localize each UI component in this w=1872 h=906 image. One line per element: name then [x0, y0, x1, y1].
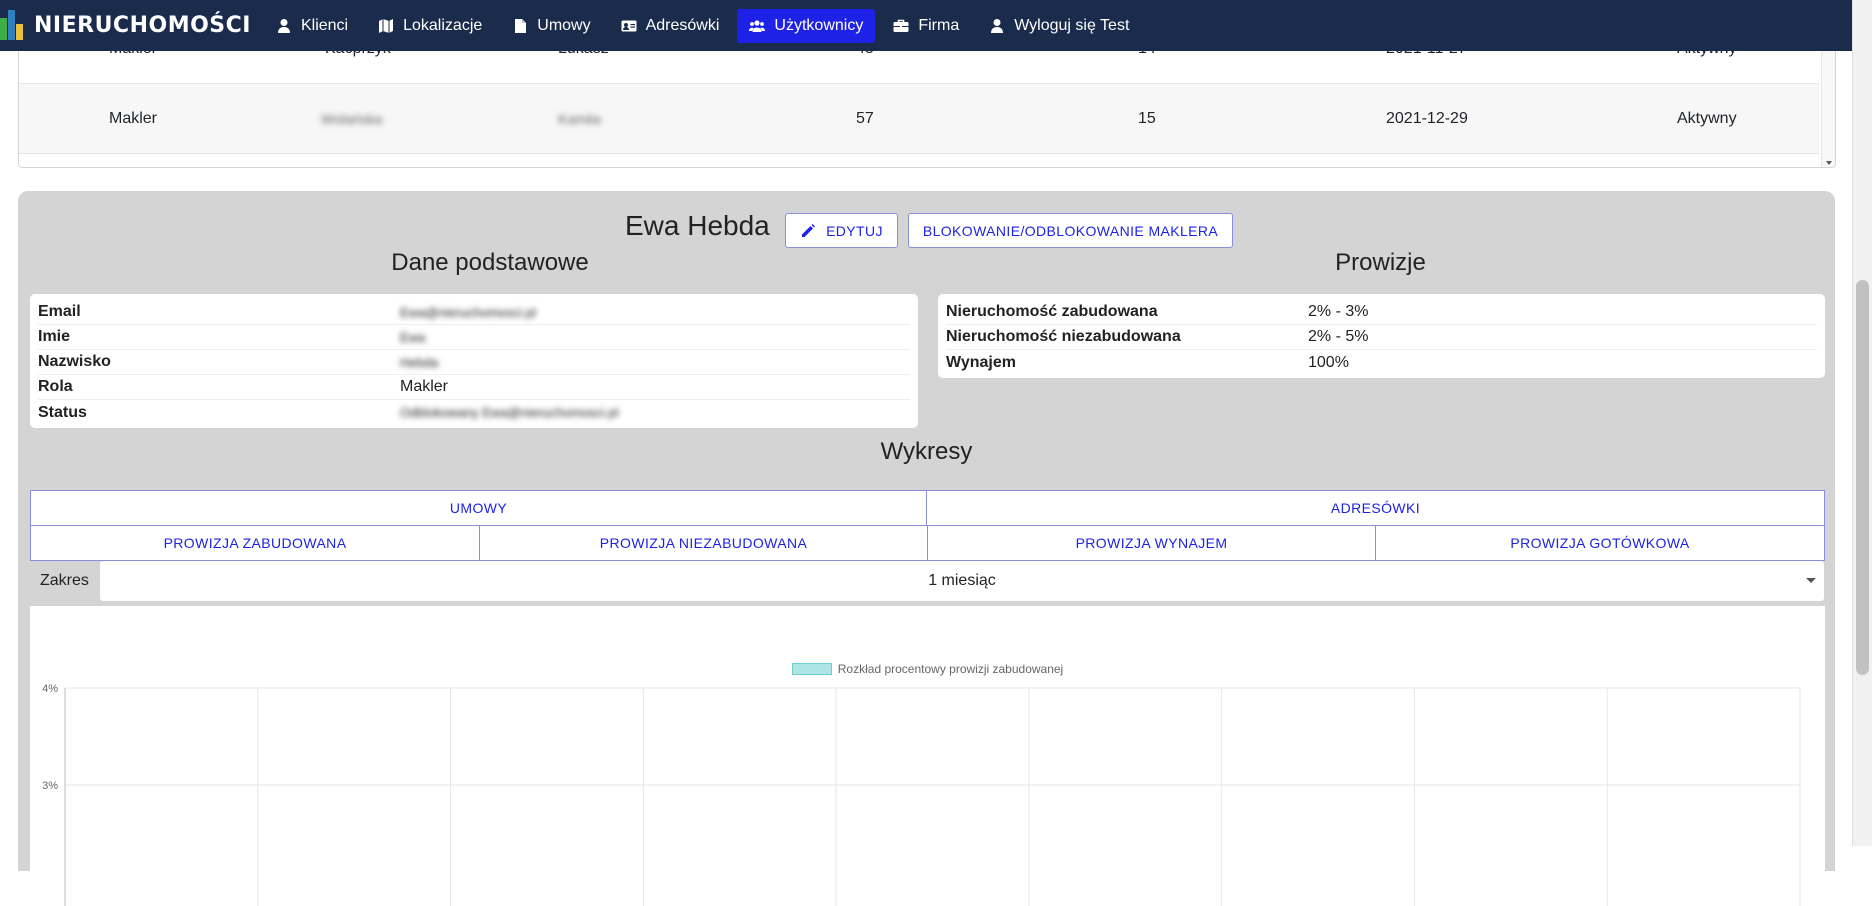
nav-item-uzytkownicy[interactable]: Użytkownicy	[737, 8, 876, 43]
info-key: Nazwisko	[38, 353, 111, 370]
nav-item-adresowki[interactable]: Adresówki	[609, 9, 732, 43]
tab-prowizja-gotowkowa[interactable]: PROWIZJA GOTÓWKOWA	[1375, 525, 1825, 561]
info-row-zabudowana: Nieruchomość zabudowana 2% - 3%	[946, 300, 1817, 325]
info-row-email: Email Ewa@nieruchomosci.pl	[38, 300, 910, 325]
block-unblock-button[interactable]: BLOKOWANIE/ODBLOKOWANIE MAKLERA	[908, 213, 1233, 248]
info-row-niezabudowana: Nieruchomość niezabudowana 2% - 5%	[946, 325, 1817, 350]
nav-item-umowy[interactable]: Umowy	[500, 9, 602, 43]
info-row-rola: Rola Makler	[38, 375, 910, 400]
range-selected-value: 1 miesiąc	[928, 572, 996, 589]
info-key: Nieruchomość zabudowana	[946, 303, 1158, 320]
info-row-imie: Imie Ewa	[38, 325, 910, 350]
cell-first-name: Kamila	[558, 110, 601, 127]
user-name: Ewa Hebda	[625, 210, 770, 241]
y-tick-label: 4%	[42, 683, 58, 695]
briefcase-icon	[893, 18, 909, 34]
chart-plot: 4% 3%	[42, 683, 1801, 906]
info-value: Hebda	[400, 354, 439, 370]
info-row-status: Status Odblokowany Ewa@nieruchomosci.pl	[38, 400, 910, 425]
info-value: Odblokowany Ewa@nieruchomosci.pl	[400, 405, 619, 420]
tab-prowizja-niezabudowana[interactable]: PROWIZJA NIEZABUDOWANA	[479, 525, 928, 561]
tab-adresowki[interactable]: ADRESÓWKI	[926, 490, 1825, 526]
info-key: Nieruchomość niezabudowana	[946, 328, 1181, 345]
cell-role: Makler	[109, 109, 158, 127]
cell-number: 57	[856, 109, 874, 127]
info-key: Email	[38, 303, 81, 320]
info-value: 100%	[1308, 353, 1349, 371]
block-label: BLOKOWANIE/ODBLOKOWANIE MAKLERA	[922, 222, 1219, 239]
map-icon	[378, 18, 394, 34]
info-key: Rola	[38, 378, 73, 395]
tab-prowizja-wynajem[interactable]: PROWIZJA WYNAJEM	[927, 525, 1376, 561]
chart-container: Rozkład procentowy prowizji zabudowanej …	[30, 606, 1825, 906]
info-row-nazwisko: Nazwisko Hebda	[38, 350, 910, 375]
pencil-icon	[802, 223, 816, 237]
info-value: Makler	[400, 378, 449, 395]
info-value: 2% - 3%	[1308, 303, 1369, 320]
range-label: Zakres	[40, 572, 89, 589]
info-value: Ewa	[400, 329, 426, 345]
address-card-icon	[621, 18, 637, 34]
nav-label: Adresówki	[645, 16, 720, 34]
info-key: Imie	[38, 328, 71, 345]
brand-text: NIERUCHOMOŚCI	[34, 13, 251, 38]
cell-last-name: Wolańska	[321, 110, 383, 127]
user-icon	[989, 18, 1005, 34]
top-navbar: NIERUCHOMOŚCI Klienci Lokalizacje Umowy …	[0, 0, 1852, 51]
commission-title: Prowizje	[1335, 249, 1426, 276]
info-key: Status	[38, 403, 87, 421]
nav-item-klienci[interactable]: Klienci	[264, 9, 360, 43]
page-scrollbar[interactable]	[1852, 0, 1872, 846]
nav-item-lokalizacje[interactable]: Lokalizacje	[366, 9, 494, 43]
brand[interactable]: NIERUCHOMOŚCI	[0, 0, 251, 51]
table-row[interactable]: Makler Wolańska Kamila 57 15 2021-12-29 …	[19, 84, 1819, 154]
cell-number: 15	[1138, 109, 1156, 127]
tab-umowy[interactable]: UMOWY	[30, 490, 927, 526]
tab-prowizja-zabudowana[interactable]: PROWIZJA ZABUDOWANA	[30, 525, 480, 561]
basic-data-card: Email Ewa@nieruchomosci.pl Imie Ewa Nazw…	[30, 294, 918, 428]
cell-status: Aktywny	[1677, 109, 1737, 127]
commission-card: Nieruchomość zabudowana 2% - 3% Nierucho…	[938, 294, 1825, 378]
nav-item-wyloguj[interactable]: Wyloguj się Test	[977, 9, 1141, 43]
chevron-down-icon	[1806, 578, 1816, 583]
charts-title: Wykresy	[880, 438, 973, 465]
basic-data-title: Dane podstawowe	[391, 249, 589, 276]
nav-item-firma[interactable]: Firma	[881, 9, 971, 43]
info-value: 2% - 5%	[1308, 328, 1369, 345]
users-icon	[749, 18, 766, 34]
file-icon	[512, 18, 528, 34]
y-tick-label: 3%	[42, 780, 58, 792]
edit-button[interactable]: EDYTUJ	[785, 213, 898, 248]
edit-label: EDYTUJ	[826, 222, 883, 239]
scroll-down-arrow-icon[interactable]	[1826, 161, 1832, 165]
range-select[interactable]: 1 miesiąc	[100, 561, 1824, 601]
nav-label: Lokalizacje	[403, 16, 483, 34]
page-scrollbar-thumb[interactable]	[1856, 280, 1869, 675]
nav-label: Użytkownicy	[774, 16, 864, 34]
nav-label: Firma	[918, 16, 960, 34]
user-icon	[276, 18, 292, 34]
nav-label: Umowy	[537, 16, 591, 34]
table-row	[19, 154, 1819, 167]
user-detail-panel: Ewa Hebda EDYTUJ BLOKOWANIE/ODBLOKOWANIE…	[18, 191, 1835, 906]
cell-date: 2021-12-29	[1386, 109, 1468, 127]
brand-logo-icon	[0, 6, 26, 46]
info-row-wynajem: Wynajem 100%	[946, 350, 1817, 375]
nav-label: Wyloguj się Test	[1014, 16, 1130, 34]
nav-label: Klienci	[300, 16, 349, 34]
info-value: Ewa@nieruchomosci.pl	[400, 304, 537, 320]
user-header: Ewa Hebda EDYTUJ BLOKOWANIE/ODBLOKOWANIE…	[18, 201, 1835, 248]
info-key: Wynajem	[946, 353, 1016, 371]
